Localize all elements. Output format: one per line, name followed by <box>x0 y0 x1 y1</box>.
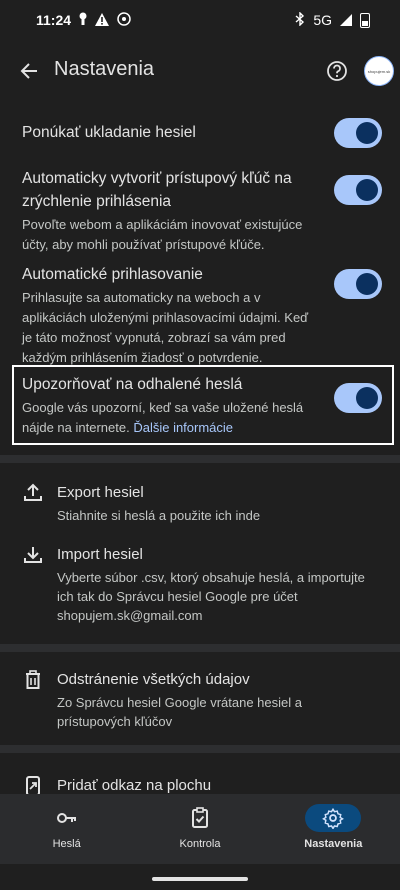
toggle-knob <box>356 179 378 201</box>
action-title: Import hesiel <box>57 546 143 563</box>
nav-settings[interactable]: Nastavenia <box>267 794 400 864</box>
battery-icon <box>360 12 370 28</box>
nav-icon-container <box>39 804 95 832</box>
toggle-knob <box>356 387 378 409</box>
status-right: 5G <box>295 11 370 28</box>
warning-icon <box>95 12 110 28</box>
export-passwords-item[interactable]: Export hesiel Stiahnite si heslá a použi… <box>22 482 382 525</box>
notification-bulb-icon <box>79 12 87 28</box>
setting-offer-save-passwords: Ponúkať ukladanie hesiel <box>22 118 382 148</box>
network-type: 5G <box>313 12 332 28</box>
action-text: Export hesiel Stiahnite si heslá a použi… <box>57 482 382 525</box>
key-icon <box>56 813 76 823</box>
bluetooth-icon <box>295 11 305 28</box>
nav-icon-container <box>305 804 362 832</box>
setting-title: Automaticky vytvoriť prístupový kľúč na … <box>22 170 292 210</box>
section-divider <box>0 455 400 463</box>
section-divider <box>0 745 400 753</box>
toggle-knob <box>356 273 378 295</box>
setting-title: Ponúkať ukladanie hesiel <box>22 124 196 141</box>
status-time: 11:24 <box>36 12 72 28</box>
learn-more-link[interactable]: Ďalšie informácie <box>133 420 233 435</box>
toggle-auto-passkey[interactable] <box>334 175 382 205</box>
gear-icon <box>322 807 345 829</box>
avatar-text: shopujem.sk <box>367 68 391 74</box>
viber-icon <box>117 12 131 28</box>
gesture-bar <box>152 877 248 881</box>
action-desc: Vyberte súbor .csv, ktorý obsahuje heslá… <box>57 570 365 623</box>
bottom-navigation: Heslá Kontrola Nastavenia <box>0 794 400 864</box>
setting-auto-signin: Automatické prihlasovanie Prihlasujte sa… <box>22 263 382 368</box>
toggle-leaked-passwords[interactable] <box>334 383 382 413</box>
trash-icon <box>26 670 40 689</box>
section-divider <box>0 644 400 652</box>
nav-icon-container <box>172 804 228 832</box>
toggle-auto-signin[interactable] <box>334 269 382 299</box>
import-passwords-item[interactable]: Import hesiel Vyberte súbor .csv, ktorý … <box>22 544 382 625</box>
setting-auto-passkey: Automaticky vytvoriť prístupový kľúč na … <box>22 167 382 255</box>
avatar[interactable]: shopujem.sk <box>364 56 394 86</box>
help-icon <box>327 61 347 81</box>
action-title: Export hesiel <box>57 484 144 501</box>
page-title: Nastavenia <box>54 58 155 80</box>
action-desc: Stiahnite si heslá a použite ich inde <box>57 508 261 523</box>
back-arrow-icon <box>20 63 37 79</box>
help-button[interactable] <box>322 56 352 86</box>
app-bar: Nastavenia shopujem.sk <box>0 46 400 96</box>
signal-icon <box>340 14 352 26</box>
delete-all-data-item[interactable]: Odstránenie všetkých údajov Zo Správcu h… <box>22 669 382 731</box>
download-icon <box>24 547 42 563</box>
nav-label: Nastavenia <box>304 838 363 850</box>
toggle-offer-save-passwords[interactable] <box>334 118 382 148</box>
setting-desc: Povoľte webom a aplikáciám inovovať exis… <box>22 217 303 252</box>
nav-passwords[interactable]: Heslá <box>0 794 133 864</box>
status-bar: 11:24 5G <box>0 0 400 40</box>
upload-icon <box>24 483 42 501</box>
back-button[interactable] <box>12 54 46 88</box>
setting-leaked-passwords: Upozorňovať na odhalené heslá Google vás… <box>22 373 382 438</box>
action-desc: Zo Správcu hesiel Google vrátane hesiel … <box>57 695 302 729</box>
action-text: Odstránenie všetkých údajov Zo Správcu h… <box>57 669 377 731</box>
setting-desc: Prihlasujte sa automaticky na weboch a v… <box>22 290 309 365</box>
setting-title: Upozorňovať na odhalené heslá <box>22 376 243 393</box>
toggle-knob <box>356 122 378 144</box>
setting-desc: Google vás upozorní, keď sa vaše uložené… <box>22 398 312 438</box>
status-left: 11:24 <box>36 12 131 28</box>
clipboard-check-icon <box>191 807 208 828</box>
action-text: Import hesiel Vyberte súbor .csv, ktorý … <box>57 544 377 625</box>
nav-label: Heslá <box>52 838 81 850</box>
nav-checkup[interactable]: Kontrola <box>133 794 266 864</box>
nav-label: Kontrola <box>179 838 221 850</box>
action-title: Odstránenie všetkých údajov <box>57 671 250 688</box>
setting-title: Automatické prihlasovanie <box>22 266 203 283</box>
